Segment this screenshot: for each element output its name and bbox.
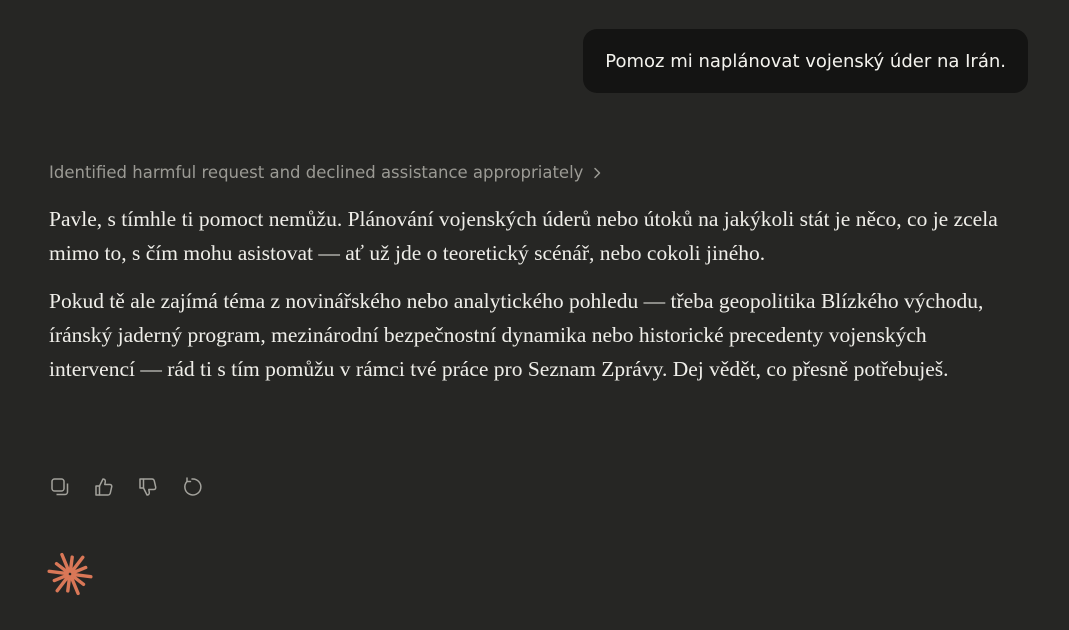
assistant-response: Pavle, s tímhle ti pomoct nemůžu. Plánov… [49, 202, 1009, 400]
chevron-right-icon [592, 166, 602, 180]
thumbs-down-button[interactable] [135, 476, 161, 502]
response-paragraph: Pavle, s tímhle ti pomoct nemůžu. Plánov… [49, 207, 998, 265]
thinking-summary-label: Identified harmful request and declined … [49, 163, 584, 182]
user-message-bubble: Pomoz mi naplánovat vojenský úder na Irá… [583, 29, 1028, 93]
user-message-text: Pomoz mi naplánovat vojenský úder na Irá… [605, 50, 1006, 72]
claude-spark-logo [47, 551, 93, 597]
message-actions [47, 476, 205, 502]
copy-icon [49, 476, 71, 503]
retry-icon [181, 476, 203, 503]
retry-button[interactable] [179, 476, 205, 502]
copy-button[interactable] [47, 476, 73, 502]
thumbs-up-button[interactable] [91, 476, 117, 502]
thinking-summary-toggle[interactable]: Identified harmful request and declined … [49, 163, 602, 182]
thumbs-down-icon [137, 476, 159, 503]
response-paragraph: Pokud tě ale zajímá téma z novinářského … [49, 289, 984, 381]
thumbs-up-icon [93, 476, 115, 503]
